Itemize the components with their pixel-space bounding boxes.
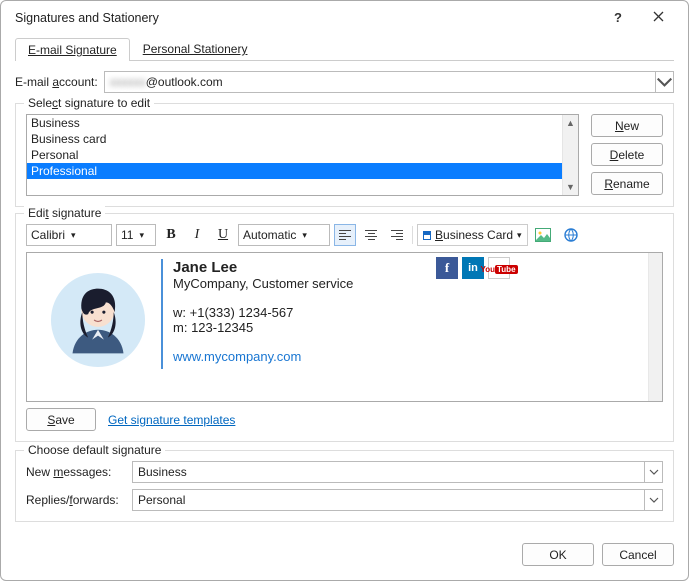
edit-signature-group: Edit signature Calibri▾ 11▾ B I U Automa… [15, 213, 674, 442]
underline-button[interactable]: U [212, 224, 234, 246]
chevron-down-icon [655, 72, 673, 92]
align-left-button[interactable] [334, 224, 356, 246]
replies-forwards-label: Replies/forwards: [26, 493, 132, 507]
signature-name: Jane Lee [173, 259, 652, 276]
email-account-dropdown[interactable]: xxxxxx@outlook.com [104, 71, 674, 93]
mobile-phone: m: 123-12345 [173, 320, 652, 335]
close-button[interactable] [638, 4, 678, 32]
italic-button[interactable]: I [186, 224, 208, 246]
card-icon [423, 231, 431, 240]
chevron-down-icon: ▾ [71, 230, 76, 241]
help-button[interactable]: ? [598, 4, 638, 32]
replies-forwards-dropdown[interactable]: Personal [132, 489, 663, 511]
align-center-button[interactable] [360, 224, 382, 246]
default-signature-group: Choose default signature New messages: B… [15, 450, 674, 522]
font-color-dropdown[interactable]: Automatic▾ [238, 224, 330, 246]
avatar [49, 271, 147, 369]
chevron-down-icon [644, 490, 662, 510]
signature-text-block: Jane Lee MyCompany, Customer service w: … [161, 259, 652, 369]
signature-editor[interactable]: Jane Lee MyCompany, Customer service w: … [26, 252, 663, 402]
new-button[interactable]: New [591, 114, 663, 137]
save-button[interactable]: Save [26, 408, 96, 431]
toolbar-divider [412, 226, 413, 244]
tab-email-signature[interactable]: E-mail Signature [15, 38, 130, 61]
tab-strip: E-mail Signature Personal Stationery [15, 37, 674, 61]
new-messages-label: New messages: [26, 465, 132, 479]
dialog-window: Signatures and Stationery ? E-mail Signa… [0, 0, 689, 581]
scroll-up-icon[interactable]: ▲ [563, 115, 578, 131]
list-item[interactable]: Professional [27, 163, 578, 179]
scroll-down-icon[interactable]: ▼ [563, 179, 578, 195]
font-family-dropdown[interactable]: Calibri▾ [26, 224, 112, 246]
new-messages-dropdown[interactable]: Business [132, 461, 663, 483]
scrollbar[interactable]: ▲ ▼ [562, 115, 578, 195]
chevron-down-icon [644, 462, 662, 482]
email-account-label: E-mail account: [15, 75, 98, 89]
editor-toolbar: Calibri▾ 11▾ B I U Automatic▾ Busi [26, 224, 663, 246]
youtube-icon: YouTube [488, 257, 510, 279]
facebook-icon: f [436, 257, 458, 279]
select-signature-group: Select signature to edit Business Busine… [15, 103, 674, 207]
dialog-footer: OK Cancel [1, 543, 688, 580]
signature-listbox[interactable]: Business Business card Personal Professi… [26, 114, 579, 196]
ok-button[interactable]: OK [522, 543, 594, 566]
titlebar: Signatures and Stationery ? [1, 1, 688, 35]
signature-company: MyCompany, Customer service [173, 276, 652, 291]
chevron-down-icon: ▾ [302, 230, 307, 241]
list-item[interactable]: Personal [27, 147, 578, 163]
list-item[interactable]: Business [27, 115, 578, 131]
select-signature-legend: Select signature to edit [24, 96, 154, 110]
bold-button[interactable]: B [160, 224, 182, 246]
editor-scrollbar[interactable] [648, 253, 662, 401]
social-icons: f in YouTube [436, 257, 510, 279]
insert-picture-button[interactable] [532, 224, 554, 246]
font-size-dropdown[interactable]: 11▾ [116, 224, 156, 246]
align-right-button[interactable] [386, 224, 408, 246]
cancel-button[interactable]: Cancel [602, 543, 674, 566]
tab-personal-stationery[interactable]: Personal Stationery [130, 37, 261, 60]
list-item[interactable]: Business card [27, 131, 578, 147]
default-signature-legend: Choose default signature [24, 443, 165, 457]
delete-button[interactable]: Delete [591, 143, 663, 166]
website-link: www.mycompany.com [173, 349, 652, 364]
work-phone: w: +1(333) 1234-567 [173, 305, 652, 320]
edit-signature-legend: Edit signature [24, 206, 105, 220]
insert-hyperlink-button[interactable] [560, 224, 582, 246]
get-templates-link[interactable]: Get signature templates [108, 413, 235, 427]
rename-button[interactable]: Rename [591, 172, 663, 195]
business-card-button[interactable]: Business Card ▾ [417, 224, 528, 246]
chevron-down-icon: ▾ [139, 230, 144, 241]
window-title: Signatures and Stationery [15, 11, 598, 25]
